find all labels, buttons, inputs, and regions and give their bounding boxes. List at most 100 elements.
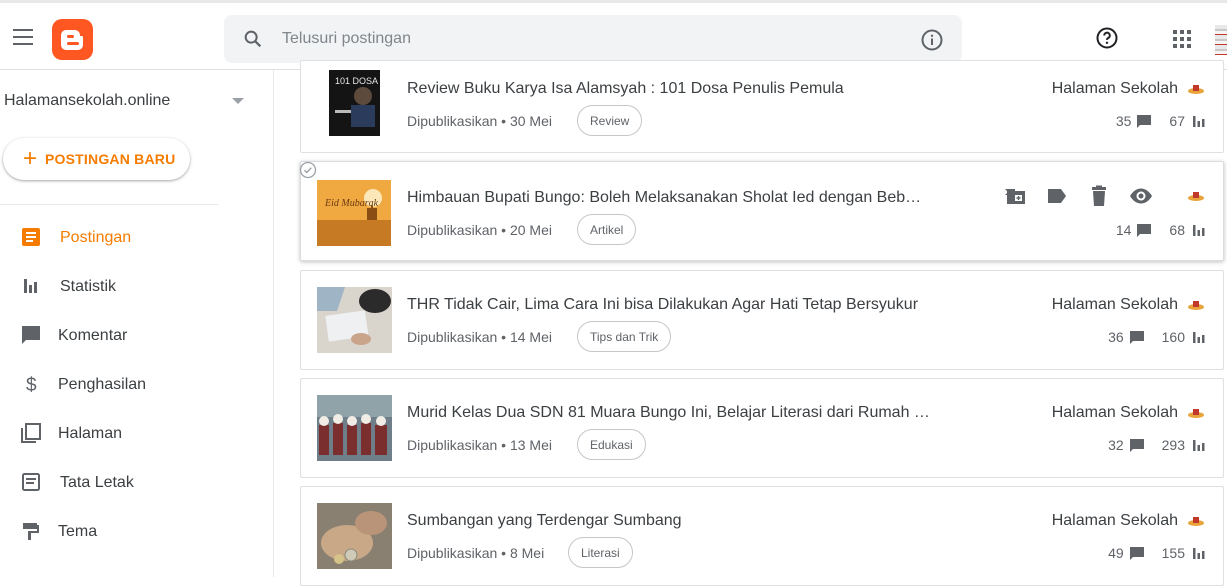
author-avatar-icon [1188,301,1204,310]
info-icon[interactable] [920,28,944,52]
pages-icon [21,423,41,443]
post-thumbnail [317,503,392,569]
post-status: Dipublikasikan • 30 Mei [407,113,552,129]
sidebar-item-halaman[interactable]: Halaman [0,409,260,458]
views-icon [1193,225,1205,236]
layout-icon [22,473,40,491]
author-avatar-icon [1188,409,1204,418]
post-card[interactable]: 101 DOSA Review Buku Karya Isa Alamsyah … [300,60,1224,153]
dollar-icon: $ [26,375,37,395]
sidebar: Halamansekolah.online + POSTINGAN BARU P… [0,70,274,577]
view-count: 67 [1169,113,1185,129]
comment-icon [1137,223,1152,237]
view-count: 155 [1161,545,1185,561]
new-post-button[interactable]: + POSTINGAN BARU [3,138,190,180]
comment-count: 32 [1108,437,1124,453]
hamburger-menu-icon[interactable] [13,29,33,45]
help-icon[interactable] [1095,26,1119,50]
view-count: 160 [1161,329,1185,345]
comment-count: 14 [1115,222,1132,238]
post-status: Dipublikasikan • 14 Mei [407,329,552,345]
blog-selector[interactable]: Halamansekolah.online [4,92,254,114]
post-title[interactable]: THR Tidak Cair, Lima Cara Ini bisa Dilak… [407,296,918,314]
author-avatar-icon [1188,192,1204,201]
post-label-chip[interactable]: Literasi [568,537,633,568]
sidebar-item-label: Postingan [60,228,132,246]
post-author: Halaman Sekolah [1051,512,1178,529]
sidebar-item-tata-letak[interactable]: Tata Letak [0,458,260,507]
chevron-down-icon [232,98,244,104]
search-bar [224,15,962,63]
post-label-chip[interactable]: Review [577,105,643,136]
post-status: Dipublikasikan • 8 Mei [407,545,545,561]
search-icon[interactable] [242,28,264,50]
share-icon[interactable] [1003,184,1027,208]
post-thumbnail: Eid Mubarak [317,180,391,246]
sidebar-item-label: Tema [58,522,98,540]
post-card[interactable]: THR Tidak Cair, Lima Cara Ini bisa Dilak… [300,270,1224,370]
post-title[interactable]: Himbauan Bupati Bungo: Boleh Melaksanaka… [407,189,921,207]
sidebar-item-label: Tata Letak [60,473,134,491]
post-stats: 32 293 [1108,437,1205,453]
sidebar-divider [0,204,218,205]
comment-count: 49 [1108,545,1124,561]
account-avatar[interactable] [1215,25,1227,55]
sidebar-item-tema[interactable]: Tema [0,507,260,556]
sidebar-item-komentar[interactable]: Komentar [0,311,260,360]
sidebar-item-label: Halaman [58,424,123,442]
sidebar-item-label: Komentar [58,326,128,344]
apps-grid-icon[interactable] [1172,29,1192,49]
delete-icon[interactable] [1087,184,1111,208]
author-avatar-icon [1188,85,1204,94]
stats-icon [24,279,37,293]
post-thumbnail [317,395,392,461]
svg-text:101 DOSA: 101 DOSA [335,76,378,86]
theme-icon [23,523,39,540]
view-count: 293 [1161,437,1185,453]
comment-icon [1129,438,1144,452]
view-count: 68 [1169,222,1185,238]
comment-count: 36 [1108,329,1124,345]
post-title[interactable]: Review Buku Karya Isa Alamsyah : 101 Dos… [407,80,844,98]
sidebar-item-postingan[interactable]: Postingan [0,213,260,262]
author-avatar-icon [1188,517,1204,526]
comment-icon [1137,114,1152,128]
post-thumbnail [317,287,392,353]
blogger-logo-icon[interactable] [52,19,93,60]
blog-name: Halamansekolah.online [4,92,171,109]
post-stats: 14 68 [1116,222,1205,238]
comment-count: 35 [1115,113,1132,129]
post-stats: 49 155 [1108,545,1205,561]
sidebar-item-label: Penghasilan [58,375,147,393]
post-card[interactable]: Sumbangan yang Terdengar Sumbang Dipubli… [300,486,1224,586]
search-input[interactable] [282,15,882,63]
select-checkbox-icon[interactable] [299,161,317,179]
svg-text:Eid Mubarak: Eid Mubarak [324,198,379,209]
post-label-chip[interactable]: Artikel [577,214,637,245]
views-icon [1193,332,1205,343]
post-author: Halaman Sekolah [1051,296,1178,313]
posts-icon [22,228,40,246]
post-author: Halaman Sekolah [1051,80,1178,97]
views-icon [1193,440,1205,451]
label-tag-icon[interactable] [1045,184,1069,208]
post-status: Dipublikasikan • 13 Mei [407,437,552,453]
views-icon [1193,116,1205,127]
post-card[interactable]: Eid Mubarak Himbauan Bupati Bungo: Boleh… [299,161,1224,261]
sidebar-item-statistik[interactable]: Statistik [0,262,260,311]
post-label-chip[interactable]: Tips dan Trik [577,321,672,352]
post-title[interactable]: Murid Kelas Dua SDN 81 Muara Bungo Ini, … [407,404,930,422]
svg-text:$: $ [26,375,37,395]
comment-icon [1129,330,1144,344]
post-card[interactable]: Murid Kelas Dua SDN 81 Muara Bungo Ini, … [300,378,1224,478]
post-label-chip[interactable]: Edukasi [577,429,646,460]
sidebar-item-label: Statistik [60,277,117,295]
post-stats: 36 160 [1108,329,1205,345]
post-title[interactable]: Sumbangan yang Terdengar Sumbang [407,512,682,530]
comment-icon [22,326,40,344]
sidebar-nav: Postingan Statistik Komentar $ Penghasil… [0,213,260,556]
view-eye-icon[interactable] [1129,184,1153,208]
post-status: Dipublikasikan • 20 Mei [407,222,552,238]
sidebar-item-penghasilan[interactable]: $ Penghasilan [0,360,260,409]
views-icon [1193,548,1205,559]
